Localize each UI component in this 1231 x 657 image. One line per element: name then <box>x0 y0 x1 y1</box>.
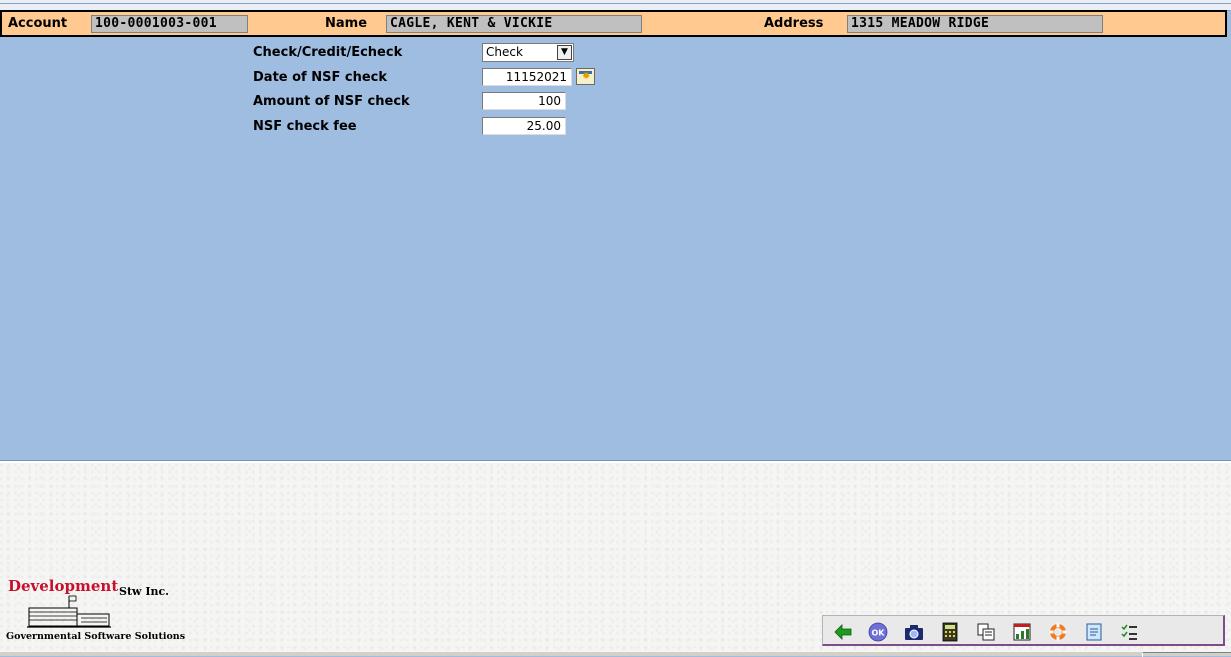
address-label: Address <box>764 16 824 31</box>
nsf-amount-label: Amount of NSF check <box>253 94 410 109</box>
calendar-icon[interactable] <box>576 68 595 85</box>
ok-icon[interactable]: OK <box>868 622 888 642</box>
notes-icon[interactable] <box>1084 622 1104 642</box>
nsf-date-input[interactable]: 11152021 <box>482 68 572 86</box>
payment-type-selected: Check <box>486 45 523 59</box>
action-toolbar: OK <box>822 615 1225 646</box>
account-value: 100-0001003-001 <box>91 15 248 33</box>
svg-text:OK: OK <box>872 629 886 638</box>
back-arrow-icon[interactable] <box>833 622 853 642</box>
status-bar <box>0 652 1231 657</box>
account-header: Account 100-0001003-001 Name CAGLE, KENT… <box>0 10 1227 37</box>
name-label: Name <box>325 16 368 31</box>
account-label: Account <box>8 16 68 31</box>
nsf-amount-input[interactable]: 100 <box>482 92 566 110</box>
logo-development-text: Development <box>8 577 119 595</box>
nsf-fee-label: NSF check fee <box>253 119 357 134</box>
checklist-icon[interactable] <box>1120 622 1140 642</box>
copy-icon[interactable] <box>976 622 996 642</box>
camera-icon[interactable] <box>904 622 924 642</box>
nsf-date-label: Date of NSF check <box>253 70 388 85</box>
building-logo-icon <box>27 595 111 628</box>
payment-type-select[interactable]: Check ▼ <box>482 43 574 62</box>
chevron-down-icon[interactable]: ▼ <box>557 45 572 60</box>
calculator-icon[interactable] <box>940 622 960 642</box>
address-value: 1315 MEADOW RIDGE <box>847 15 1103 33</box>
payment-type-label: Check/Credit/Echeck <box>253 45 403 60</box>
logo-tagline: Governmental Software Solutions <box>6 631 186 642</box>
help-lifebuoy-icon[interactable] <box>1048 622 1068 642</box>
report-icon[interactable] <box>1012 622 1032 642</box>
name-value: CAGLE, KENT & VICKIE <box>386 15 642 33</box>
logo-company-text: Stw Inc. <box>119 585 169 598</box>
nsf-fee-input[interactable]: 25.00 <box>482 117 566 135</box>
